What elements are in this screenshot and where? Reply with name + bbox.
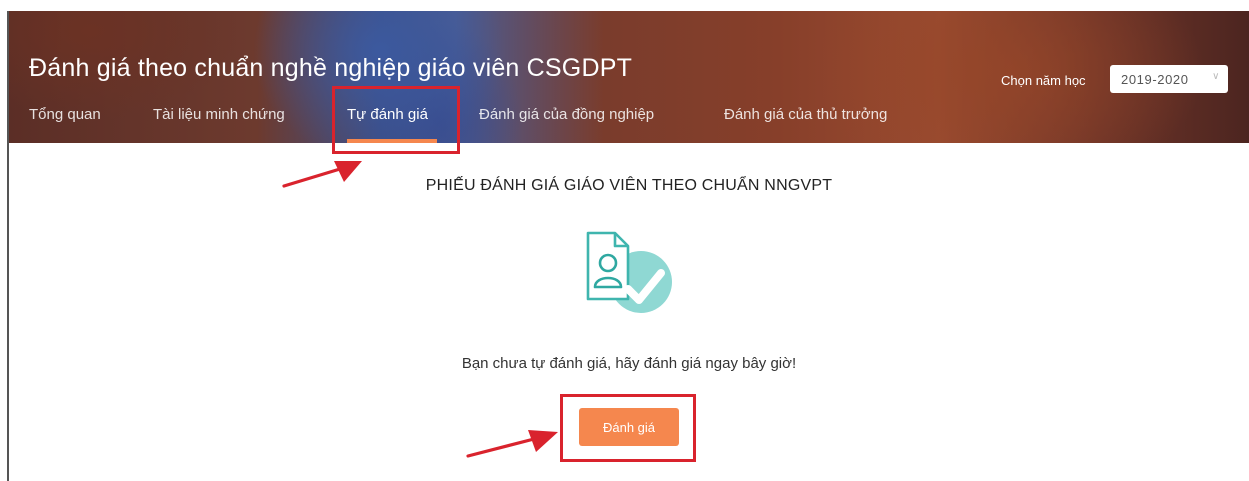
school-year-label: Chọn năm học (1001, 73, 1086, 88)
tab-overview[interactable]: Tổng quan (29, 106, 101, 123)
annotation-arrow-button (466, 430, 558, 458)
annotation-arrow-tab (282, 161, 362, 188)
chevron-down-icon: ∨ (1212, 71, 1220, 82)
annotation-box-button (560, 394, 696, 462)
school-year-select[interactable]: 2019-2020 ∨ (1110, 65, 1228, 93)
tab-principal-assessment[interactable]: Đánh giá của thủ trưởng (724, 106, 887, 123)
tab-bar: Tổng quan Tài liệu minh chứng Tự đánh gi… (9, 103, 1249, 143)
header-banner: Đánh giá theo chuẩn nghề nghiệp giáo viê… (9, 11, 1249, 143)
tab-evidence-documents[interactable]: Tài liệu minh chứng (153, 106, 285, 123)
status-message: Bạn chưa tự đánh giá, hãy đánh giá ngay … (461, 355, 797, 372)
annotation-box-tab (332, 86, 460, 154)
school-year-value: 2019-2020 (1121, 71, 1189, 87)
document-user-check-icon (586, 231, 672, 313)
tab-peer-assessment[interactable]: Đánh giá của đồng nghiệp (479, 106, 654, 123)
page-title: Đánh giá theo chuẩn nghề nghiệp giáo viê… (29, 54, 633, 82)
form-title: PHIẾU ĐÁNH GIÁ GIÁO VIÊN THEO CHUẨN NNGV… (425, 177, 833, 194)
